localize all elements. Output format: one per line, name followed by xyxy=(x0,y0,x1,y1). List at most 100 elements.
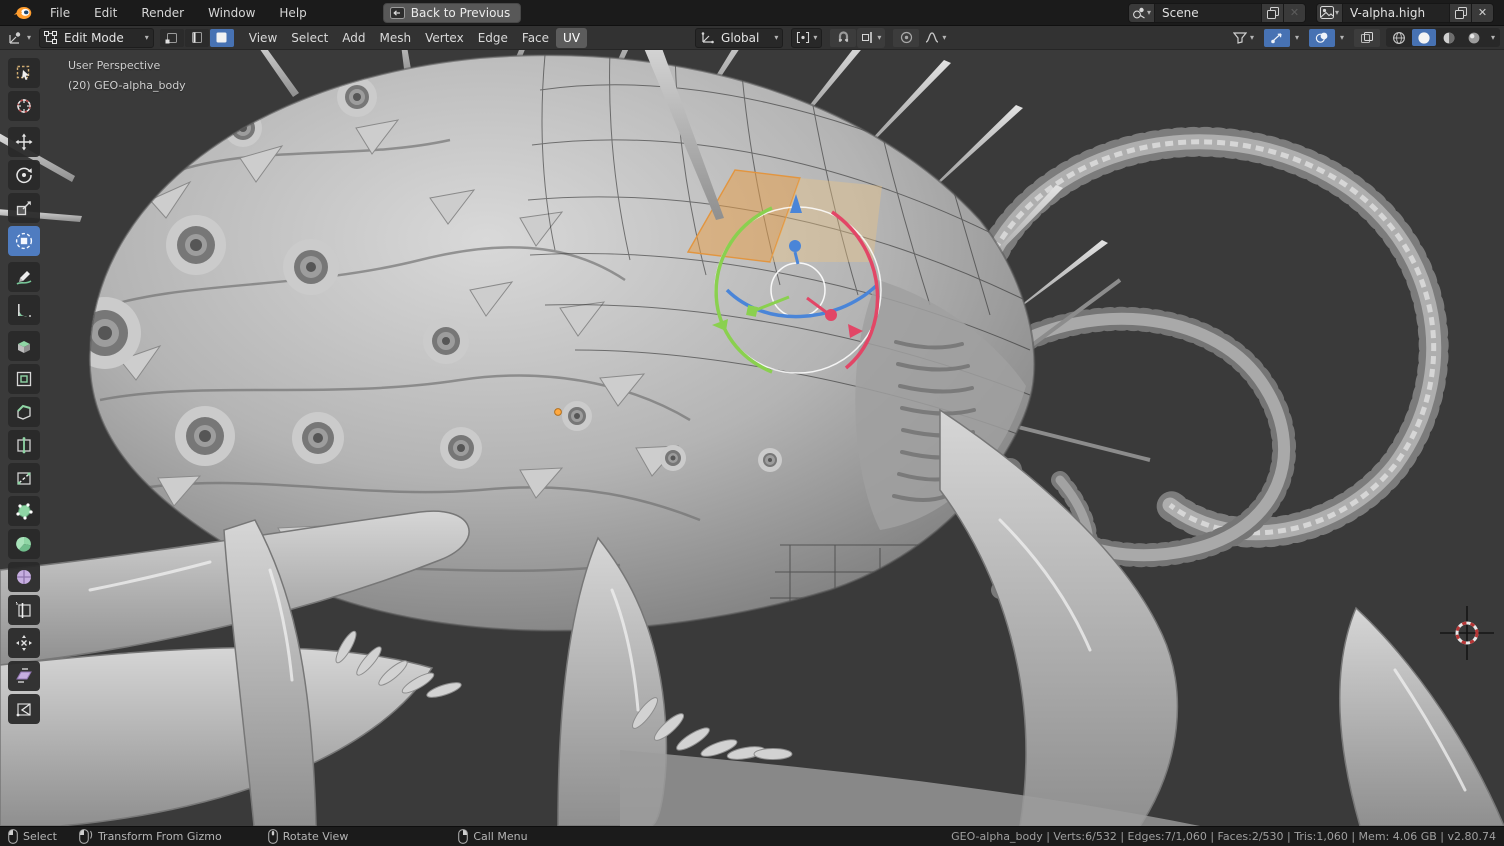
menu-file[interactable]: File xyxy=(38,0,82,26)
menu-edge[interactable]: Edge xyxy=(471,28,515,48)
shading-rendered-button[interactable] xyxy=(1462,29,1486,46)
menu-add[interactable]: Add xyxy=(335,28,372,48)
orientation-global-icon xyxy=(700,31,714,44)
menu-mesh[interactable]: Mesh xyxy=(373,28,419,48)
falloff-curve-icon xyxy=(925,31,939,44)
hint-call-menu: Call Menu xyxy=(458,829,527,844)
menu-view[interactable]: View xyxy=(242,28,284,48)
tool-poly-build[interactable] xyxy=(8,496,40,526)
back-to-previous-label: Back to Previous xyxy=(411,6,511,20)
scene-delete-button: ✕ xyxy=(1283,4,1305,22)
shading-material-button[interactable] xyxy=(1437,29,1461,46)
tool-scale[interactable] xyxy=(8,193,40,223)
scene-name[interactable]: Scene xyxy=(1155,6,1261,20)
scene-new-button[interactable] xyxy=(1261,4,1283,22)
menu-vertex[interactable]: Vertex xyxy=(418,28,471,48)
tool-transform[interactable] xyxy=(8,226,40,256)
active-object-label: (20) GEO-alpha_body xyxy=(68,76,186,96)
edit-mode-icon xyxy=(44,31,57,44)
menu-window[interactable]: Window xyxy=(196,0,267,26)
tool-move[interactable] xyxy=(8,127,40,157)
tool-cursor[interactable] xyxy=(8,91,40,121)
projection-label: User Perspective xyxy=(68,56,186,76)
editor-type-button[interactable]: ▾ xyxy=(4,28,35,48)
proportional-falloff-dropdown[interactable]: ▾ xyxy=(921,28,950,48)
magnet-icon xyxy=(837,31,850,44)
transform-orientation-dropdown[interactable]: Global ▾ xyxy=(695,28,783,48)
mesh-select-mode xyxy=(160,29,234,47)
tool-spin[interactable] xyxy=(8,529,40,559)
hint-label: Select xyxy=(23,830,57,843)
object-visibility-dropdown[interactable]: ▾ xyxy=(1229,28,1258,48)
tool-knife[interactable] xyxy=(8,463,40,493)
scene-selector[interactable]: ▾ Scene ✕ xyxy=(1128,3,1306,23)
view-layer-remove-button[interactable]: ✕ xyxy=(1471,4,1493,22)
tool-annotate[interactable] xyxy=(8,262,40,292)
tool-loop-cut[interactable] xyxy=(8,430,40,460)
show-gizmos-toggle[interactable] xyxy=(1264,29,1290,47)
mouse-right-icon xyxy=(458,829,468,844)
mouse-left-icon xyxy=(8,829,18,844)
blender-logo-icon xyxy=(12,4,34,22)
tool-inset-faces[interactable] xyxy=(8,364,40,394)
view-layer-new-button[interactable] xyxy=(1449,4,1471,22)
hint-rotate-view: Rotate View xyxy=(268,829,349,844)
overlays-dropdown[interactable]: ▾ xyxy=(1336,28,1348,48)
proportional-editing-toggle[interactable] xyxy=(893,29,919,47)
topbar: File Edit Render Window Help Back to Pre… xyxy=(0,0,1504,26)
tool-extrude-region[interactable] xyxy=(8,331,40,361)
gizmos-dropdown[interactable]: ▾ xyxy=(1291,28,1303,48)
snap-toggle[interactable] xyxy=(830,29,856,47)
wireframe-icon xyxy=(1392,31,1406,45)
creature-render xyxy=(0,50,1504,826)
mode-selector[interactable]: Edit Mode ▾ xyxy=(39,28,154,48)
shading-solid-button[interactable] xyxy=(1412,29,1436,46)
object-origin-dot xyxy=(555,409,562,416)
back-to-previous-button[interactable]: Back to Previous xyxy=(383,3,522,23)
shading-wireframe-button[interactable] xyxy=(1387,29,1411,46)
mode-label: Edit Mode xyxy=(60,31,128,45)
close-icon: ✕ xyxy=(1290,6,1299,19)
tool-bevel[interactable] xyxy=(8,397,40,427)
tool-shrink-fatten[interactable] xyxy=(8,628,40,658)
menu-uv[interactable]: UV xyxy=(556,28,587,48)
snap-target-dropdown[interactable]: ▾ xyxy=(857,28,885,48)
scene-browse-button[interactable]: ▾ xyxy=(1129,4,1155,22)
view-layer-browse-button[interactable]: ▾ xyxy=(1317,4,1343,22)
select-mode-edge-button[interactable] xyxy=(185,29,209,47)
tool-measure[interactable] xyxy=(8,295,40,325)
shading-dropdown[interactable]: ▾ xyxy=(1487,34,1499,42)
tool-rotate[interactable] xyxy=(8,160,40,190)
view-layer-name[interactable]: V-alpha.high xyxy=(1343,6,1449,20)
duplicate-icon xyxy=(1267,7,1279,19)
scene-icon xyxy=(1132,6,1146,19)
toolbar xyxy=(8,58,40,727)
shading-mode-group: ▾ xyxy=(1386,28,1500,47)
show-overlays-toggle[interactable] xyxy=(1309,29,1335,47)
menu-edit[interactable]: Edit xyxy=(82,0,129,26)
menu-face[interactable]: Face xyxy=(515,28,556,48)
select-mode-face-button[interactable] xyxy=(210,29,234,47)
back-icon xyxy=(390,7,405,19)
tool-select-box[interactable] xyxy=(8,58,40,88)
tool-rip-region[interactable] xyxy=(8,694,40,724)
menu-help[interactable]: Help xyxy=(267,0,318,26)
hint-label: Rotate View xyxy=(283,830,349,843)
mouse-middle-icon xyxy=(268,829,278,844)
pivot-point-icon xyxy=(796,31,810,44)
tool-shear[interactable] xyxy=(8,661,40,691)
viewport[interactable]: User Perspective (20) GEO-alpha_body xyxy=(0,50,1504,826)
xray-toggle[interactable] xyxy=(1354,29,1380,47)
proportional-editing-icon xyxy=(900,31,913,44)
editor-type-3d-viewport-icon xyxy=(8,31,24,45)
pivot-point-dropdown[interactable]: ▾ xyxy=(791,28,822,48)
menu-render[interactable]: Render xyxy=(129,0,196,26)
viewport-header: ▾ Edit Mode ▾ View Select Add Mesh Verte… xyxy=(0,26,1504,50)
view-layer-selector[interactable]: ▾ V-alpha.high ✕ xyxy=(1316,3,1494,23)
hint-label: Transform From Gizmo xyxy=(98,830,222,843)
rendered-shading-icon xyxy=(1467,31,1481,45)
tool-edge-slide[interactable] xyxy=(8,595,40,625)
select-mode-vertex-button[interactable] xyxy=(160,29,184,47)
tool-smooth[interactable] xyxy=(8,562,40,592)
menu-select[interactable]: Select xyxy=(284,28,335,48)
